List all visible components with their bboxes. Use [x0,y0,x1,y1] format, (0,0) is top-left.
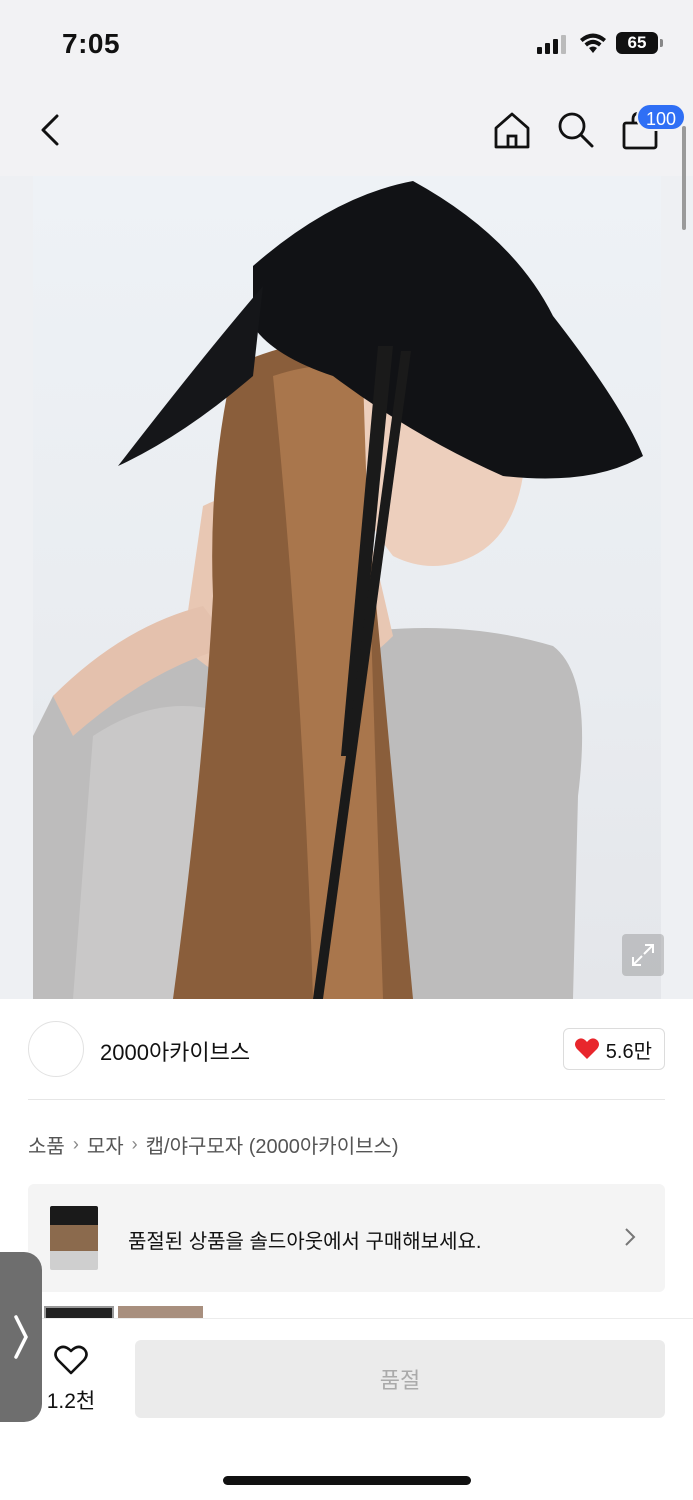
chevron-right-icon [625,1228,636,1246]
search-button[interactable] [552,106,600,154]
breadcrumb-item-accessories[interactable]: 소품 [28,1130,65,1159]
status-bar: 7:05 65 [0,0,693,88]
brand-row: 2000아카이브스 5.6만 [28,1020,665,1080]
soldout-banner-text: 품절된 상품을 솔드아웃에서 구매해보세요. [128,1231,482,1253]
cart-count-badge: 100 [636,103,687,131]
product-photo[interactable] [33,176,661,999]
search-icon [558,112,594,148]
home-indicator[interactable] [223,1476,471,1485]
home-button[interactable] [488,106,536,154]
chevron-right-icon [14,1315,28,1359]
brand-logo[interactable] [28,1021,84,1077]
top-nav [0,88,693,176]
wishlist-button[interactable]: 1.2천 [44,1344,98,1415]
back-button[interactable] [30,108,70,152]
brand-name[interactable]: 2000아카이브스 [100,1035,250,1067]
wifi-icon [580,33,606,53]
product-image-area[interactable] [0,176,693,999]
breadcrumb: 소품 › 모자 › 캡/야구모자 (2000아카이브스) [28,1130,399,1159]
product-illustration [33,181,643,999]
heart-outline-icon [54,1345,88,1375]
home-icon [494,112,530,149]
expand-image-button[interactable] [622,934,664,976]
back-icon [41,114,59,146]
soldout-buy-button[interactable]: 품절 [135,1340,665,1418]
breadcrumb-item-hats[interactable]: 모자 [87,1130,124,1159]
breadcrumb-item-cap[interactable]: 캡/야구모자 (2000아카이브스) [146,1130,399,1159]
scrollbar[interactable] [682,126,686,230]
brand-like-count: 5.6만 [605,1040,652,1063]
status-time: 7:05 [62,28,121,59]
chevron-right-icon: › [131,1134,138,1154]
divider [28,1099,665,1100]
heart-filled-icon [574,1038,599,1059]
soldout-product-thumbnail [50,1206,98,1270]
signal-icon [537,35,566,54]
chevron-right-icon: › [72,1134,79,1154]
wishlist-count: 1.2천 [46,1390,96,1413]
battery-icon: 65 [616,32,663,54]
brand-like-button[interactable]: 5.6만 [562,1028,665,1070]
side-drawer-handle[interactable] [0,1252,42,1422]
expand-icon [632,944,654,966]
soldout-banner[interactable]: 품절된 상품을 솔드아웃에서 구매해보세요. [28,1184,665,1292]
